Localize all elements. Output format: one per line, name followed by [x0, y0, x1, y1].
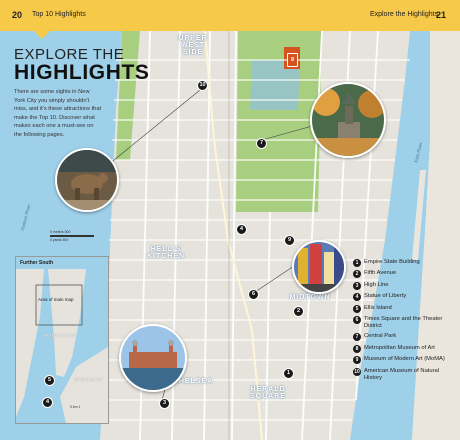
- scale-meters: 0 meters 500: [50, 230, 71, 234]
- inset-title: Further South: [20, 260, 54, 266]
- legend-number: 4: [353, 293, 361, 302]
- legend-item[interactable]: 4 Statue of Liberty: [353, 293, 453, 302]
- photo-central-park: [310, 82, 386, 158]
- header-tab-pointer: [34, 31, 50, 39]
- legend-label: Metropolitan Museum of Art: [364, 344, 435, 351]
- legend-number: 7: [353, 333, 361, 342]
- legend-label: Central Park: [364, 333, 397, 340]
- legend-item[interactable]: 10 American Museum of Natural History: [353, 367, 453, 382]
- inset-map-graphic: [16, 257, 108, 423]
- legend-number: 9: [353, 356, 361, 365]
- legend-number: 1: [353, 259, 361, 267]
- legend-label: Ellis Island: [364, 304, 392, 311]
- legend-number: 10: [353, 367, 361, 376]
- scale-bar: [50, 235, 94, 237]
- map-marker-1[interactable]: 1: [283, 368, 294, 379]
- intro-paragraph: There are some sights in New York City y…: [14, 89, 102, 138]
- legend-label: American Museum of Natural History: [364, 367, 440, 381]
- photo-central-park-image: [312, 84, 384, 156]
- page-gutter: [228, 0, 230, 440]
- map-marker-9[interactable]: 9: [284, 235, 295, 246]
- map-marker-2[interactable]: 2: [293, 306, 304, 317]
- map-marker-3[interactable]: 3: [159, 398, 170, 409]
- legend-item[interactable]: 2 Fifth Avenue: [353, 270, 453, 279]
- legend-number: 6: [353, 315, 361, 324]
- legend-number: 2: [353, 270, 361, 279]
- right-section-label: Explore the Highlights: [370, 11, 439, 18]
- highlights-legend: 1 Empire State Building 2 Fifth Avenue 3 Hi…: [353, 259, 453, 385]
- legend-number: 5: [353, 304, 361, 313]
- legend-number: 8: [353, 344, 361, 353]
- map-marker-6[interactable]: 6: [248, 289, 259, 300]
- map-marker-10[interactable]: 10: [197, 80, 208, 91]
- label-midtown: MIDTOWN: [289, 294, 331, 301]
- header-bar: 20 Top 10 Highlights Explore the Highlig…: [0, 0, 460, 31]
- legend-label: Times Square and the Theater District: [364, 315, 443, 329]
- map-marker-7[interactable]: 7: [256, 138, 267, 149]
- left-section-label: Top 10 Highlights: [32, 11, 86, 18]
- legend-label: Statue of Liberty: [364, 293, 407, 300]
- scale-yards: 0 yards 500: [50, 238, 69, 242]
- legend-item[interactable]: 6 Times Square and the Theater District: [353, 315, 453, 330]
- photo-museum-of-natural-history: [55, 148, 119, 212]
- label-herald-square: HERALD SQUARE: [250, 386, 286, 400]
- inset-label-brooklyn: BROOKLYN: [74, 377, 103, 382]
- photo-ellis-island-image: [121, 326, 185, 390]
- page-title: HIGHLIGHTS: [14, 61, 150, 84]
- legend-label: High Line: [364, 281, 389, 288]
- legend-number: 3: [353, 281, 361, 290]
- legend-item[interactable]: 7 Central Park: [353, 333, 453, 342]
- map-marker-4[interactable]: 4: [236, 224, 247, 235]
- photo-times-square: [292, 240, 346, 294]
- photo-times-square-image: [294, 242, 344, 292]
- label-hells-kitchen: HELL'S KITCHEN: [146, 246, 186, 260]
- right-page-number: 21: [436, 10, 447, 20]
- inset-label-manhattan: MANHATTAN: [44, 333, 76, 338]
- legend-item[interactable]: 1 Empire State Building: [353, 259, 453, 267]
- legend-item[interactable]: 9 Museum of Modern Art (MoMA): [353, 356, 453, 365]
- label-upper-west-side: UPPER WEST SIDE: [178, 35, 208, 56]
- legend-item[interactable]: 3 High Line: [353, 281, 453, 290]
- inset-marker-4[interactable]: 4: [42, 397, 53, 408]
- map-scale: 0 meters 500 0 yards 500: [50, 230, 94, 242]
- legend-item[interactable]: 5 Ellis Island: [353, 304, 453, 313]
- left-page-number: 20: [12, 10, 23, 20]
- photo-natural-history-image: [57, 150, 117, 210]
- legend-label: Museum of Modern Art (MoMA): [364, 356, 445, 363]
- inset-map-further-south: Further South Area of main map MANHATTAN…: [15, 256, 109, 424]
- inset-area-label: Area of main map: [38, 297, 74, 302]
- legend-label: Fifth Avenue: [364, 270, 397, 277]
- inset-scale: 0 km 1: [70, 405, 81, 409]
- photo-ellis-island: [119, 324, 187, 392]
- guidebook-spread: 20 Top 10 Highlights Explore the Highlig…: [0, 0, 460, 440]
- map-marker-8[interactable]: 8: [287, 53, 298, 67]
- legend-item[interactable]: 8 Metropolitan Museum of Art: [353, 344, 453, 353]
- inset-marker-5[interactable]: 5: [44, 375, 55, 386]
- legend-label: Empire State Building: [364, 259, 420, 265]
